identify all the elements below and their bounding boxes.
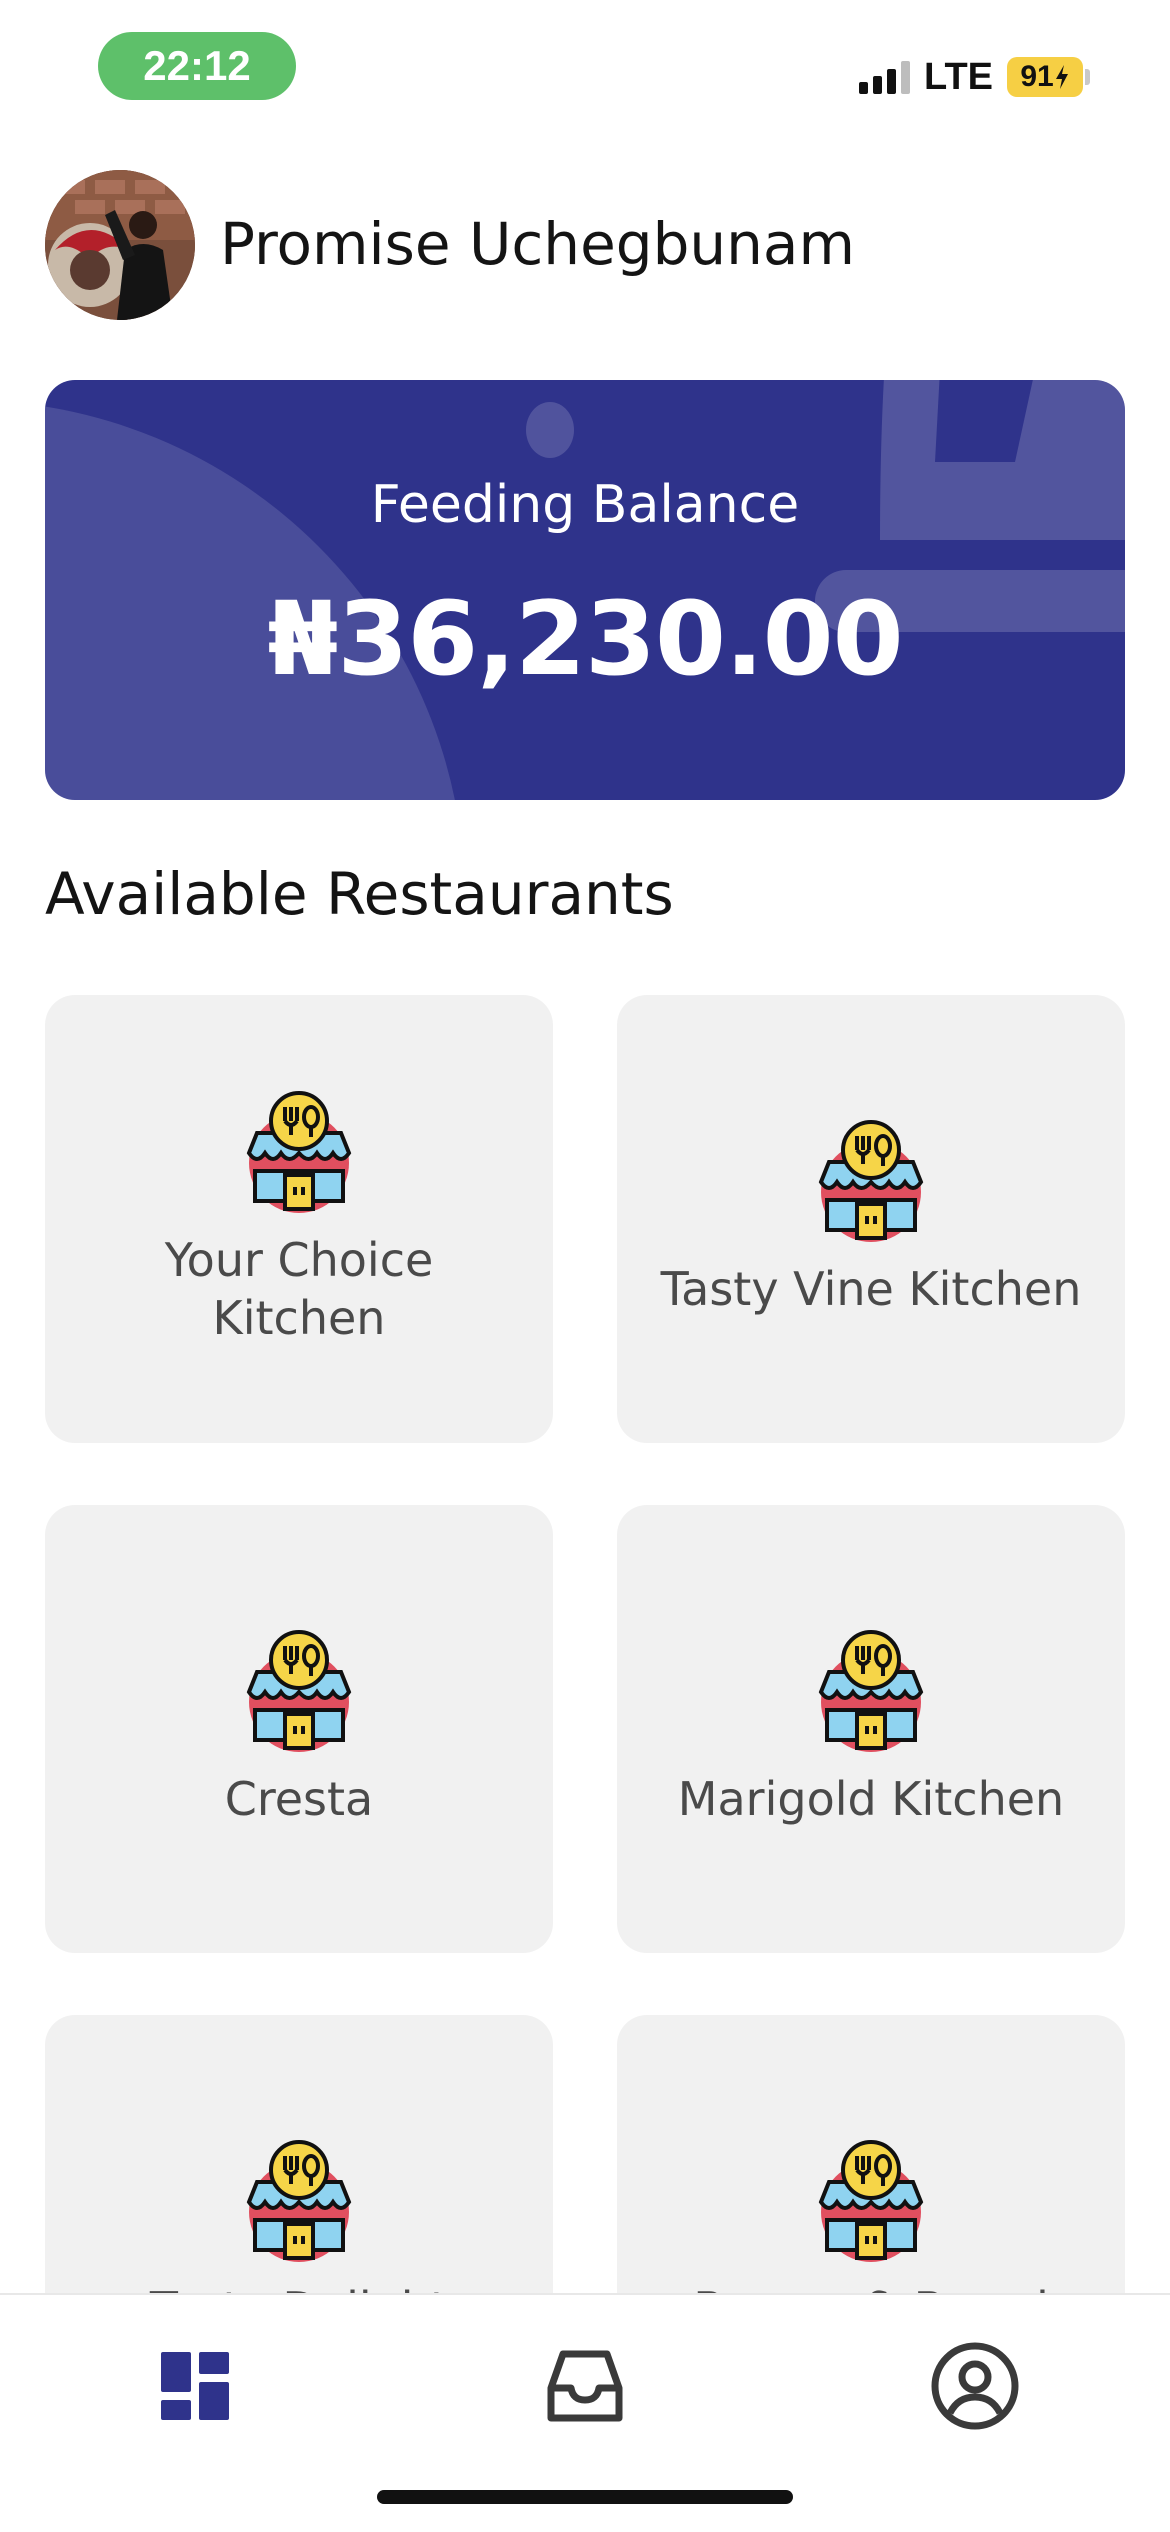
restaurant-store-icon [818,2140,924,2262]
avatar-photo [45,170,195,320]
restaurant-card[interactable]: Cresta [45,1505,553,1953]
restaurant-store-icon [818,1120,924,1242]
signal-icon [859,60,911,94]
status-time: 22:12 [98,32,296,100]
restaurant-card[interactable]: Your Choice Kitchen [45,995,553,1443]
restaurant-name: Cresta [224,1772,374,1826]
section-title: Available Restaurants [45,860,674,928]
nav-inbox[interactable] [530,2331,640,2441]
restaurant-name: Tasty Vine Kitchen [660,1262,1082,1316]
restaurant-name: Your Choice Kitchen [164,1233,434,1345]
dashboard-icon [161,2352,229,2420]
battery-level: 91 [1020,60,1054,93]
nav-dashboard[interactable] [140,2331,250,2441]
restaurant-card[interactable]: Marigold Kitchen [617,1505,1125,1953]
restaurant-store-icon [246,1091,352,1213]
status-indicators: LTE 91 [859,52,1090,102]
restaurant-card[interactable]: Tasty Vine Kitchen [617,995,1125,1443]
restaurant-store-icon [818,1630,924,1752]
charging-bolt-icon [1055,65,1068,89]
avatar[interactable] [45,170,195,320]
restaurant-name: Marigold Kitchen [677,1772,1065,1826]
user-name: Promise Uchegbunam [220,210,855,278]
balance-card[interactable]: Feeding Balance ₦36,230.00 [45,380,1125,800]
battery-charging-icon: 91 [1007,57,1090,97]
profile-icon [931,2342,1019,2430]
inbox-icon [547,2350,623,2422]
balance-label: Feeding Balance [370,475,800,535]
restaurant-store-icon [246,1630,352,1752]
home-indicator[interactable] [377,2490,793,2504]
network-label: LTE [924,55,993,98]
balance-amount: ₦36,230.00 [267,580,903,699]
nav-profile[interactable] [920,2331,1030,2441]
restaurant-store-icon [246,2140,352,2262]
